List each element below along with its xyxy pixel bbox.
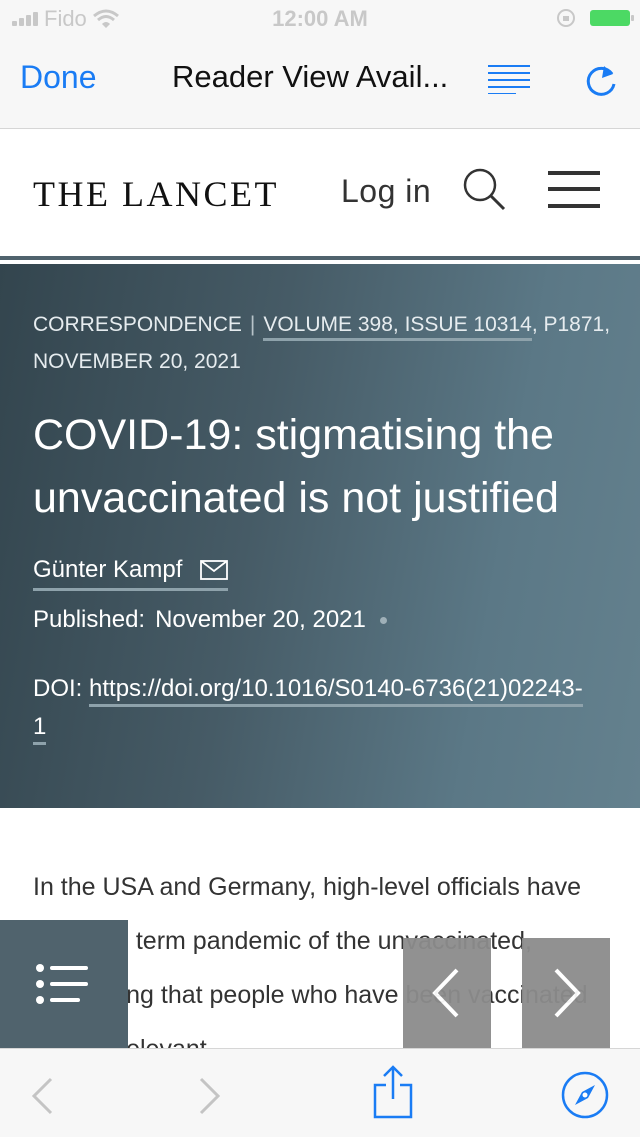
page-title: Reader View Avail... bbox=[172, 59, 449, 94]
site-header: THE LANCET Log in bbox=[0, 129, 640, 257]
published-row: Published: November 20, 2021 bbox=[33, 606, 387, 634]
section-label: CORRESPONDENCE bbox=[33, 313, 242, 336]
article-meta: CORRESPONDENCE | VOLUME 398, ISSUE 10314, … bbox=[33, 306, 623, 380]
login-link[interactable]: Log in bbox=[341, 173, 431, 210]
article-title: COVID-19: stigmatising the unvaccinated … bbox=[33, 411, 559, 522]
reload-icon[interactable] bbox=[582, 60, 620, 100]
status-time: 12:00 AM bbox=[272, 6, 368, 31]
published-date: November 20, 2021 bbox=[155, 606, 366, 633]
safari-top-bar: Done Reader View Avail... bbox=[0, 40, 640, 129]
doi-label: DOI: bbox=[33, 675, 83, 702]
status-right bbox=[556, 8, 634, 28]
lancet-logo[interactable]: THE LANCET bbox=[33, 173, 279, 215]
volume-link[interactable]: VOLUME 398, ISSUE 10314 bbox=[263, 313, 532, 341]
compass-icon[interactable] bbox=[561, 1071, 609, 1119]
envelope-icon[interactable] bbox=[200, 560, 229, 580]
safari-bottom-toolbar bbox=[0, 1048, 640, 1137]
battery-icon bbox=[590, 10, 634, 26]
published-label: Published: bbox=[33, 606, 146, 633]
header-divider bbox=[0, 256, 640, 260]
doi-link[interactable]: https://doi.org/10.1016/S0140-6736(21)02… bbox=[33, 675, 583, 745]
status-bar: Fido 12:00 AM bbox=[0, 0, 640, 40]
chevron-right-icon bbox=[554, 968, 581, 1018]
table-of-contents-button[interactable] bbox=[0, 920, 128, 1048]
done-button[interactable]: Done bbox=[20, 59, 97, 96]
share-icon[interactable] bbox=[372, 1065, 414, 1119]
back-arrow-icon[interactable] bbox=[30, 1077, 54, 1115]
previous-article-button[interactable] bbox=[403, 938, 491, 1048]
author-name: Günter Kampf bbox=[33, 556, 183, 583]
dot-separator bbox=[379, 616, 387, 624]
orientation-lock-icon bbox=[557, 9, 575, 27]
next-article-button[interactable] bbox=[522, 938, 610, 1048]
search-icon[interactable] bbox=[460, 165, 508, 213]
chevron-left-icon bbox=[432, 968, 459, 1018]
hamburger-menu-icon[interactable] bbox=[548, 171, 600, 209]
reader-view-icon[interactable] bbox=[488, 64, 530, 94]
article-banner: CORRESPONDENCE | VOLUME 398, ISSUE 10314, … bbox=[0, 264, 640, 808]
table-of-contents-icon bbox=[36, 964, 88, 1004]
doi-row: DOI: https://doi.org/10.1016/S0140-6736(… bbox=[33, 670, 593, 746]
author-link[interactable]: Günter Kampf bbox=[33, 556, 229, 591]
meta-separator: | bbox=[249, 313, 256, 336]
forward-arrow-icon[interactable] bbox=[198, 1077, 222, 1115]
